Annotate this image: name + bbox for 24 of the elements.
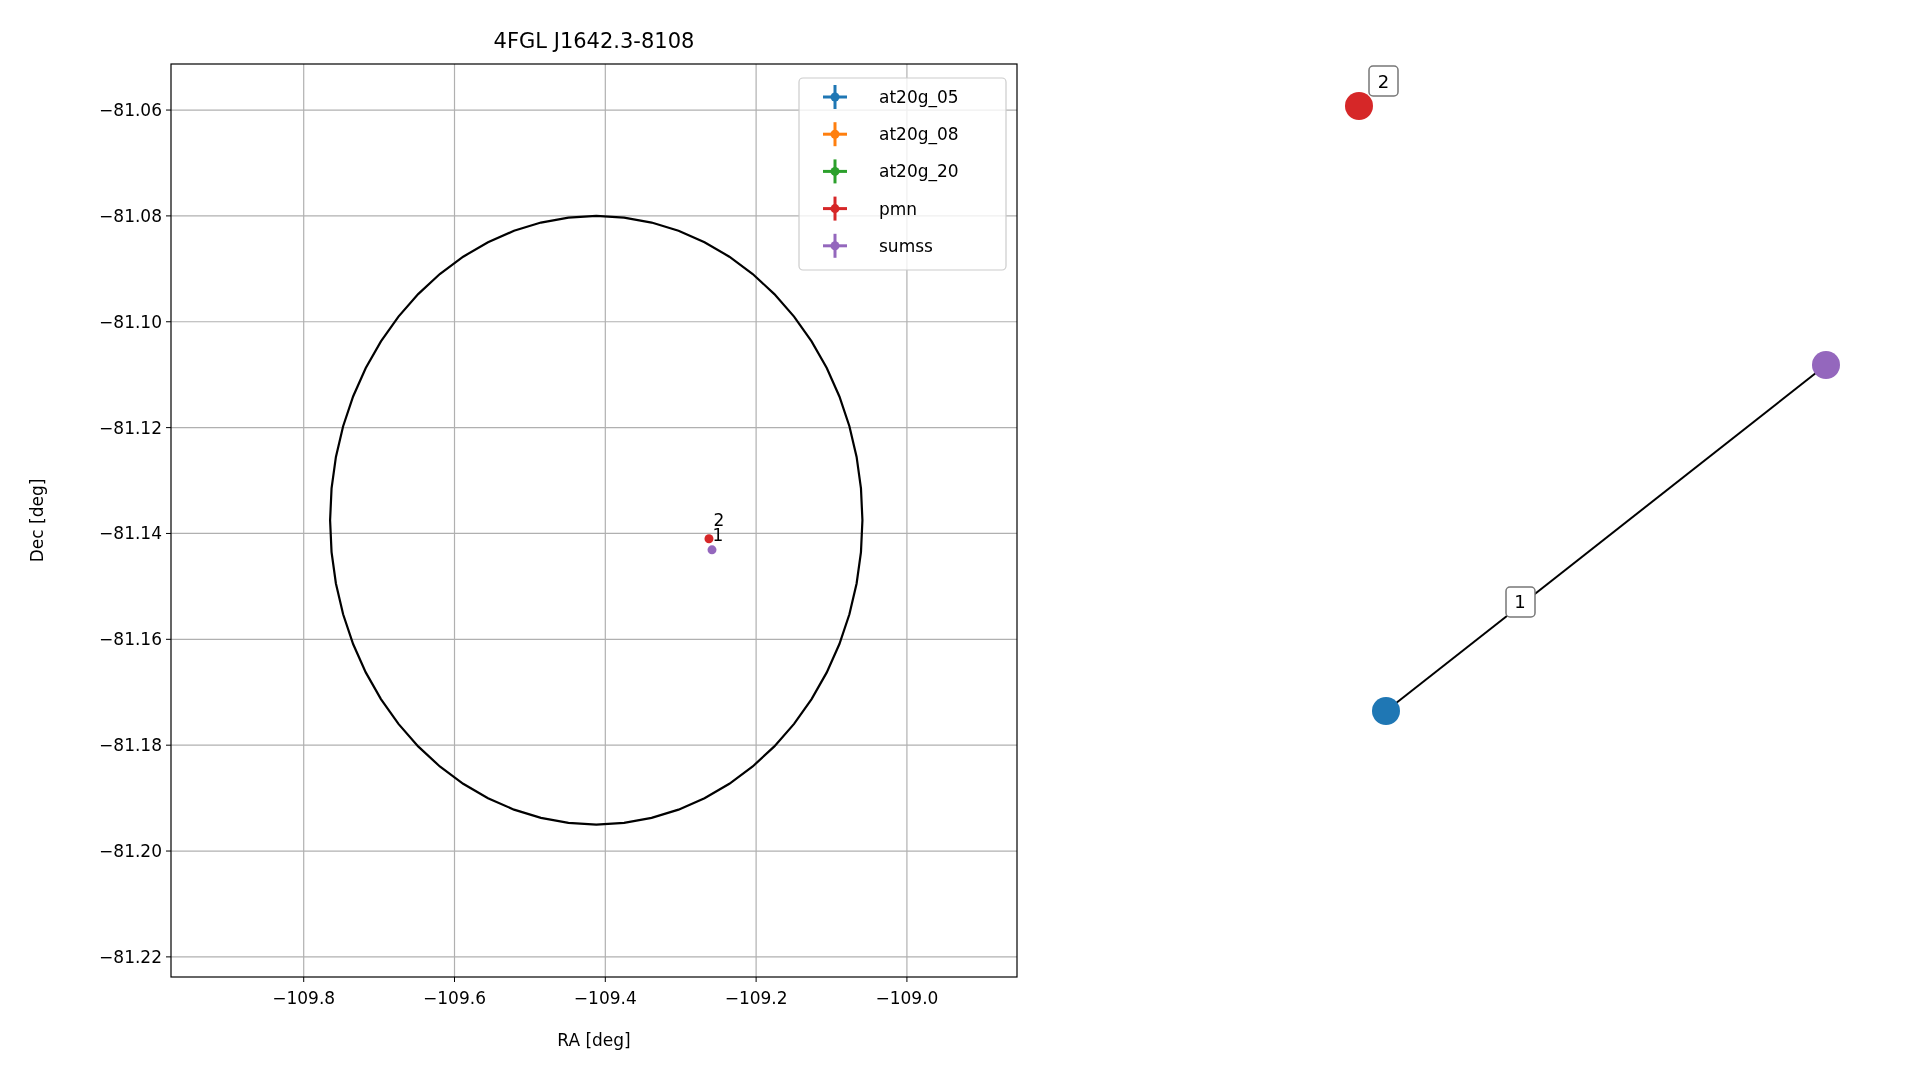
chart-title: 4FGL J1642.3-8108 [493,29,695,53]
y-tick-label: −81.22 [99,946,162,967]
x-tick-label: −109.2 [724,988,788,1008]
y-tick-label: −81.20 [99,841,162,862]
y-tick-label: −81.18 [99,735,162,756]
x-tick-label: −109.0 [875,988,939,1008]
x-tick-label: −109.8 [272,988,336,1008]
y-tick-label: −81.08 [99,205,162,226]
y-tick-label: −81.14 [99,523,162,544]
y-axis-label: Dec [deg] [27,478,47,563]
x-tick-label: −109.6 [423,988,486,1008]
legend-label: at20g_05 [879,87,959,107]
legend-label: at20g_08 [879,124,959,145]
edge-label: 1 [1514,591,1526,612]
x-tick-label: −109.4 [573,988,637,1008]
legend-label: pmn [879,198,918,219]
y-tick-label: −81.10 [99,311,162,332]
node-label: 2 [1377,71,1390,92]
legend-label: at20g_20 [879,161,959,182]
legend-label: sumss [879,235,933,256]
y-tick-label: −81.16 [99,629,162,650]
y-tick-label: −81.12 [99,417,162,438]
y-tick-label: −81.06 [99,100,162,121]
x-axis-label: RA [deg] [557,1030,631,1050]
